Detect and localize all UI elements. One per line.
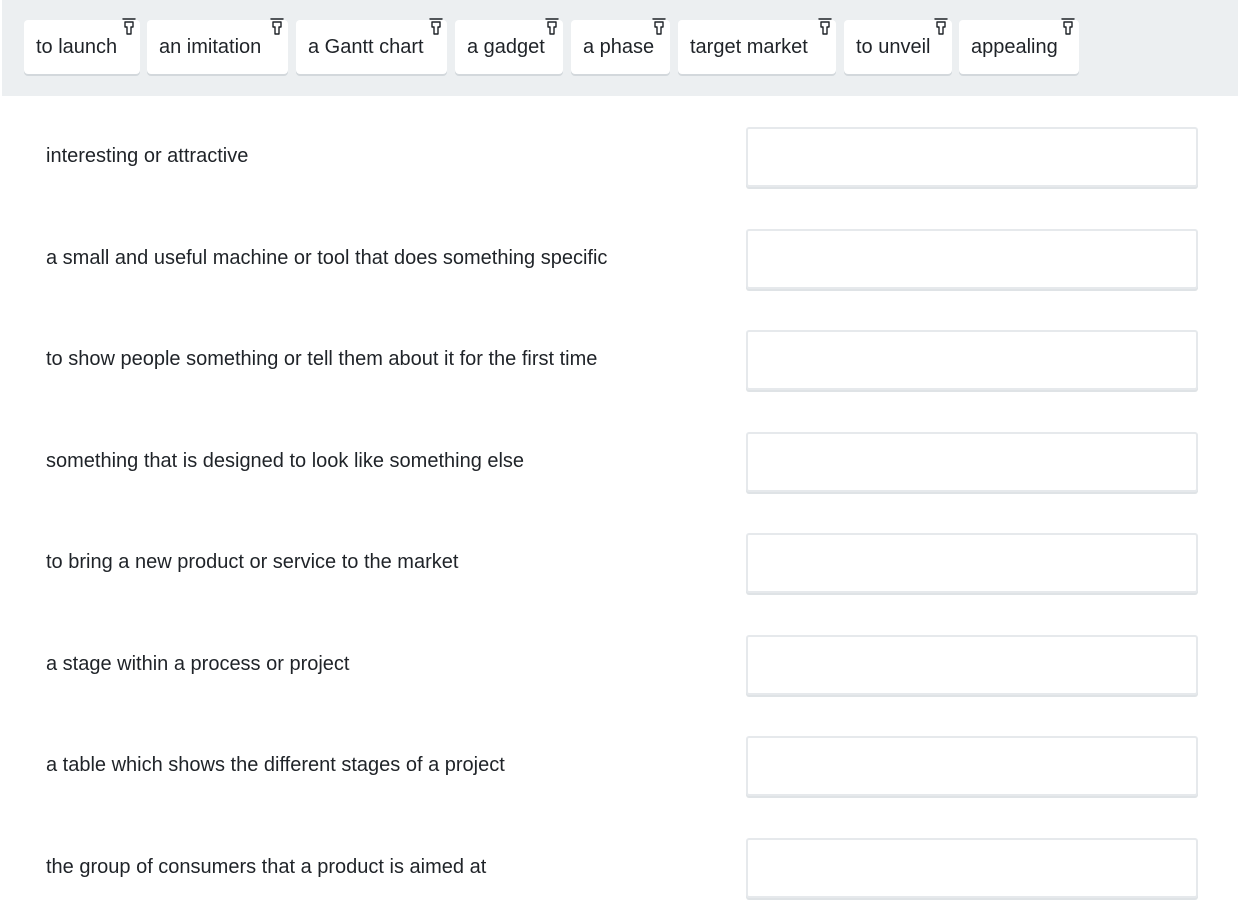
drag-pointer-icon [545,18,559,35]
word-bank: to launch an imitation a Gantt chart a g… [2,0,1238,96]
word-chip-label: a gadget [467,36,545,58]
word-chip-an-imitation[interactable]: an imitation [147,18,288,74]
matching-row: the group of consumers that a product is… [0,807,1238,909]
definition-text: to bring a new product or service to the… [46,551,459,573]
definition-text: interesting or attractive [46,145,249,167]
answer-drop-zone[interactable] [746,838,1198,898]
answer-drop-zone[interactable] [746,736,1198,796]
drag-pointer-icon [1061,18,1075,35]
drag-pointer-icon [122,18,136,35]
answer-drop-zone[interactable] [746,330,1198,390]
answer-drop-zone[interactable] [746,229,1198,289]
matching-row: something that is designed to look like … [0,401,1238,503]
matching-row: to bring a new product or service to the… [0,502,1238,604]
answer-drop-zone[interactable] [746,635,1198,695]
word-chip-label: a phase [583,36,655,58]
word-chip-label: to unveil [856,36,931,58]
definition-text: something that is designed to look like … [46,450,525,472]
word-chip-target-market[interactable]: target market [678,18,836,74]
word-chip-a-gadget[interactable]: a gadget [455,18,563,74]
matching-row: interesting or attractive [0,96,1238,198]
definition-text: a table which shows the different stages… [46,754,505,776]
matching-row: a table which shows the different stages… [0,705,1238,807]
drag-pointer-icon [270,18,284,35]
matching-row: to show people something or tell them ab… [0,299,1238,401]
matching-row: a stage within a process or project [0,604,1238,706]
drag-pointer-icon [818,18,832,35]
word-chip-label: to launch [36,36,118,58]
definition-text: to show people something or tell them ab… [46,348,598,370]
word-chip-a-gantt-chart[interactable]: a Gantt chart [296,18,447,74]
word-chip-label: target market [690,36,808,58]
word-chip-appealing[interactable]: appealing [959,18,1079,74]
definition-text: a stage within a process or project [46,653,350,675]
definition-text: a small and useful machine or tool that … [46,247,608,269]
answer-drop-zone[interactable] [746,432,1198,492]
word-chip-to-launch[interactable]: to launch [24,18,140,74]
drag-pointer-icon [652,18,666,35]
answer-drop-zone[interactable] [746,533,1198,593]
word-chip-label: a Gantt chart [308,36,424,58]
definition-text: the group of consumers that a product is… [46,856,487,878]
answer-drop-zone[interactable] [746,127,1198,187]
word-chip-label: an imitation [159,36,262,58]
word-chip-label: appealing [971,36,1058,58]
matching-row: a small and useful machine or tool that … [0,198,1238,300]
word-chip-to-unveil[interactable]: to unveil [844,18,952,74]
drag-pointer-icon [934,18,948,35]
drag-pointer-icon [429,18,443,35]
word-chip-a-phase[interactable]: a phase [571,18,670,74]
